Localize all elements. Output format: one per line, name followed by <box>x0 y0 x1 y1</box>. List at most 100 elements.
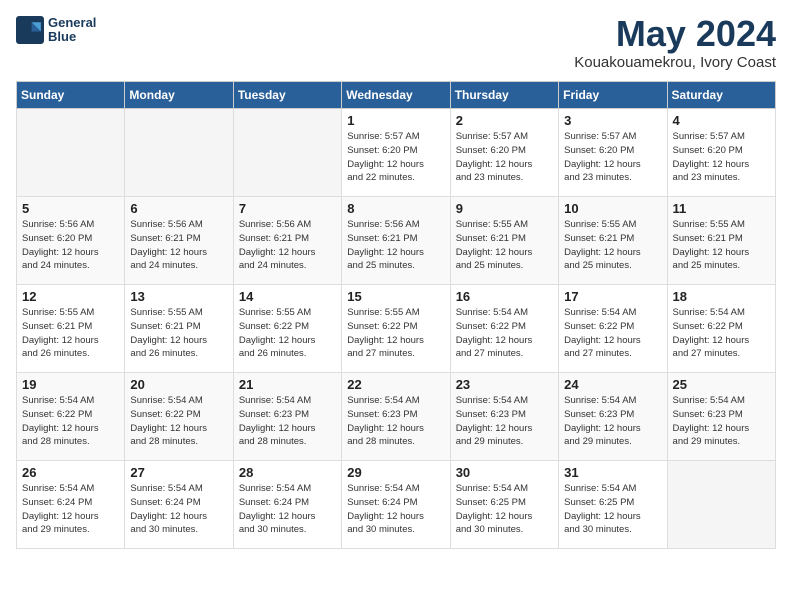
day-number: 24 <box>564 377 661 392</box>
calendar-cell: 13Sunrise: 5:55 AMSunset: 6:21 PMDayligh… <box>125 285 233 373</box>
calendar-cell: 26Sunrise: 5:54 AMSunset: 6:24 PMDayligh… <box>17 461 125 549</box>
logo: General Blue <box>16 16 96 45</box>
calendar-cell: 3 Sunrise: 5:57 AMSunset: 6:20 PMDaylight… <box>559 109 667 197</box>
day-info: Sunrise: 5:54 AMSunset: 6:24 PMDaylight:… <box>239 482 336 537</box>
day-info: Sunrise: 5:57 AMSunset: 6:20 PMDaylight:… <box>347 130 444 185</box>
calendar-body: 1 Sunrise: 5:57 AMSunset: 6:20 PMDaylight… <box>17 109 776 549</box>
day-info: Sunrise: 5:55 AMSunset: 6:21 PMDaylight:… <box>564 218 661 273</box>
weekday-header-cell: Saturday <box>667 82 775 109</box>
calendar-cell: 12 Sunrise: 5:55 AMSunset: 6:21 PMDayligh… <box>17 285 125 373</box>
day-info: Sunrise: 5:54 AMSunset: 6:25 PMDaylight:… <box>456 482 553 537</box>
weekday-header-cell: Thursday <box>450 82 558 109</box>
calendar-cell <box>17 109 125 197</box>
day-number: 17 <box>564 289 661 304</box>
day-info: Sunrise: 5:54 AMSunset: 6:22 PMDaylight:… <box>456 306 553 361</box>
calendar-cell: 1 Sunrise: 5:57 AMSunset: 6:20 PMDaylight… <box>342 109 450 197</box>
day-number: 2 <box>456 113 553 128</box>
day-number: 15 <box>347 289 444 304</box>
logo-icon <box>16 16 44 44</box>
calendar-cell: 8 Sunrise: 5:56 AMSunset: 6:21 PMDaylight… <box>342 197 450 285</box>
day-number: 31 <box>564 465 661 480</box>
day-info: Sunrise: 5:54 AMSunset: 6:23 PMDaylight:… <box>347 394 444 449</box>
day-number: 10 <box>564 201 661 216</box>
day-number: 23 <box>456 377 553 392</box>
calendar-cell: 2 Sunrise: 5:57 AMSunset: 6:20 PMDaylight… <box>450 109 558 197</box>
day-info: Sunrise: 5:57 AMSunset: 6:20 PMDaylight:… <box>456 130 553 185</box>
day-number: 6 <box>130 201 227 216</box>
day-number: 16 <box>456 289 553 304</box>
day-info: Sunrise: 5:55 AMSunset: 6:21 PMDaylight:… <box>22 306 119 361</box>
day-info: Sunrise: 5:54 AMSunset: 6:22 PMDaylight:… <box>130 394 227 449</box>
day-number: 27 <box>130 465 227 480</box>
calendar-cell: 22Sunrise: 5:54 AMSunset: 6:23 PMDayligh… <box>342 373 450 461</box>
calendar-cell: 18Sunrise: 5:54 AMSunset: 6:22 PMDayligh… <box>667 285 775 373</box>
calendar-cell: 24 Sunrise: 5:54 AMSunset: 6:23 PMDayligh… <box>559 373 667 461</box>
calendar-cell <box>125 109 233 197</box>
day-number: 20 <box>130 377 227 392</box>
day-number: 3 <box>564 113 661 128</box>
day-number: 9 <box>456 201 553 216</box>
calendar-cell: 17 Sunrise: 5:54 AMSunset: 6:22 PMDayligh… <box>559 285 667 373</box>
logo-line2: Blue <box>48 30 96 44</box>
day-number: 14 <box>239 289 336 304</box>
day-info: Sunrise: 5:57 AMSunset: 6:20 PMDaylight:… <box>564 130 661 185</box>
day-info: Sunrise: 5:55 AMSunset: 6:21 PMDaylight:… <box>673 218 770 273</box>
logo-text: General Blue <box>48 16 96 45</box>
location-subtitle: Kouakouamekrou, Ivory Coast <box>574 54 776 71</box>
day-info: Sunrise: 5:54 AMSunset: 6:22 PMDaylight:… <box>564 306 661 361</box>
day-number: 8 <box>347 201 444 216</box>
calendar-cell: 20 Sunrise: 5:54 AMSunset: 6:22 PMDayligh… <box>125 373 233 461</box>
day-info: Sunrise: 5:54 AMSunset: 6:23 PMDaylight:… <box>564 394 661 449</box>
weekday-header-cell: Monday <box>125 82 233 109</box>
day-number: 1 <box>347 113 444 128</box>
calendar-cell: 28 Sunrise: 5:54 AMSunset: 6:24 PMDayligh… <box>233 461 341 549</box>
day-number: 30 <box>456 465 553 480</box>
day-number: 29 <box>347 465 444 480</box>
calendar-cell: 7Sunrise: 5:56 AMSunset: 6:21 PMDaylight… <box>233 197 341 285</box>
day-info: Sunrise: 5:55 AMSunset: 6:21 PMDaylight:… <box>456 218 553 273</box>
day-info: Sunrise: 5:54 AMSunset: 6:25 PMDaylight:… <box>564 482 661 537</box>
calendar-week-row: 5Sunrise: 5:56 AMSunset: 6:20 PMDaylight… <box>17 197 776 285</box>
logo-line1: General <box>48 16 96 30</box>
day-info: Sunrise: 5:55 AMSunset: 6:22 PMDaylight:… <box>239 306 336 361</box>
month-title: May 2024 <box>574 16 776 52</box>
day-info: Sunrise: 5:54 AMSunset: 6:22 PMDaylight:… <box>22 394 119 449</box>
day-info: Sunrise: 5:54 AMSunset: 6:23 PMDaylight:… <box>673 394 770 449</box>
day-number: 12 <box>22 289 119 304</box>
calendar-cell: 27 Sunrise: 5:54 AMSunset: 6:24 PMDayligh… <box>125 461 233 549</box>
day-number: 4 <box>673 113 770 128</box>
calendar-cell: 10 Sunrise: 5:55 AMSunset: 6:21 PMDayligh… <box>559 197 667 285</box>
day-info: Sunrise: 5:55 AMSunset: 6:22 PMDaylight:… <box>347 306 444 361</box>
calendar-cell: 30 Sunrise: 5:54 AMSunset: 6:25 PMDayligh… <box>450 461 558 549</box>
calendar-cell: 25 Sunrise: 5:54 AMSunset: 6:23 PMDayligh… <box>667 373 775 461</box>
calendar-week-row: 12 Sunrise: 5:55 AMSunset: 6:21 PMDayligh… <box>17 285 776 373</box>
day-info: Sunrise: 5:56 AMSunset: 6:20 PMDaylight:… <box>22 218 119 273</box>
day-info: Sunrise: 5:54 AMSunset: 6:24 PMDaylight:… <box>130 482 227 537</box>
calendar-week-row: 26 Sunrise: 5:54 AMSunset: 6:24 PMDayligh… <box>17 461 776 549</box>
page-header: General Blue May 2024 Kouakouamekrou, Iv… <box>16 16 776 71</box>
day-number: 25 <box>673 377 770 392</box>
day-info: Sunrise: 5:54 AMSunset: 6:23 PMDaylight:… <box>239 394 336 449</box>
weekday-header-cell: Friday <box>559 82 667 109</box>
day-info: Sunrise: 5:56 AMSunset: 6:21 PMDaylight:… <box>347 218 444 273</box>
day-info: Sunrise: 5:54 AMSunset: 6:24 PMDaylight:… <box>347 482 444 537</box>
day-info: Sunrise: 5:57 AMSunset: 6:20 PMDaylight:… <box>673 130 770 185</box>
calendar-table: SundayMondayTuesdayWednesdayThursdayFrid… <box>16 81 776 549</box>
day-info: Sunrise: 5:56 AMSunset: 6:21 PMDaylight:… <box>130 218 227 273</box>
calendar-cell <box>667 461 775 549</box>
calendar-cell: 19 Sunrise: 5:54 AMSunset: 6:22 PMDayligh… <box>17 373 125 461</box>
calendar-cell: 31 Sunrise: 5:54 AMSunset: 6:25 PMDayligh… <box>559 461 667 549</box>
day-number: 28 <box>239 465 336 480</box>
day-number: 18 <box>673 289 770 304</box>
calendar-cell: 16 Sunrise: 5:54 AMSunset: 6:22 PMDayligh… <box>450 285 558 373</box>
day-number: 19 <box>22 377 119 392</box>
day-number: 21 <box>239 377 336 392</box>
day-info: Sunrise: 5:56 AMSunset: 6:21 PMDaylight:… <box>239 218 336 273</box>
calendar-cell: 21 Sunrise: 5:54 AMSunset: 6:23 PMDayligh… <box>233 373 341 461</box>
calendar-cell: 9 Sunrise: 5:55 AMSunset: 6:21 PMDaylight… <box>450 197 558 285</box>
day-number: 26 <box>22 465 119 480</box>
weekday-header-cell: Wednesday <box>342 82 450 109</box>
weekday-header-cell: Tuesday <box>233 82 341 109</box>
weekday-header-row: SundayMondayTuesdayWednesdayThursdayFrid… <box>17 82 776 109</box>
calendar-cell: 5Sunrise: 5:56 AMSunset: 6:20 PMDaylight… <box>17 197 125 285</box>
